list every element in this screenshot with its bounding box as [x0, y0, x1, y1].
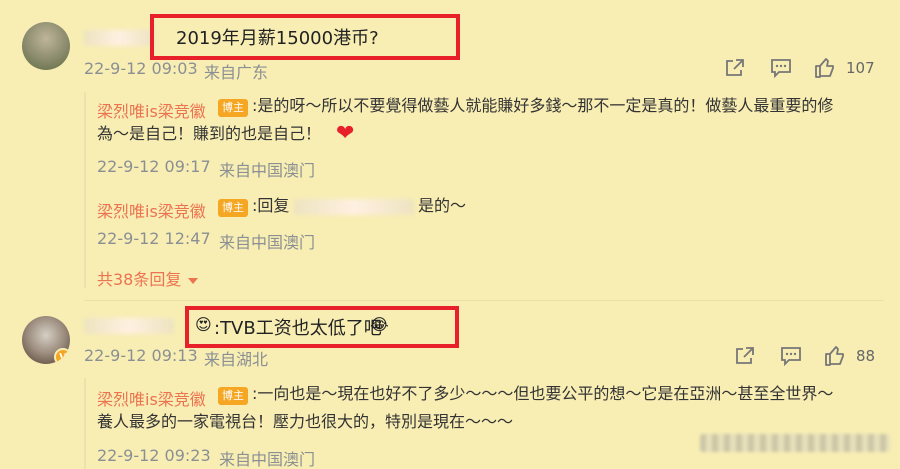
- like-button[interactable]: 107: [814, 57, 875, 79]
- avatar[interactable]: [22, 22, 70, 70]
- comment-source: 来自广东: [204, 63, 269, 82]
- more-replies-label: 共38条回复: [97, 270, 182, 289]
- author-badge: 博主: [218, 199, 248, 217]
- reply-text-line2: 為～是自己！賺到的也是自己！: [97, 124, 322, 143]
- share-icon: [724, 58, 746, 78]
- username-blurred: [84, 318, 174, 334]
- emoji-icon: 😂: [370, 315, 389, 334]
- comment-text: :TVB工资也太低了吧: [214, 318, 382, 339]
- comment-source: 来自湖北: [204, 350, 269, 369]
- reply-thread-line: [84, 92, 86, 288]
- emoji-icon: 😍: [195, 315, 212, 334]
- reply-text-line2: 養人最多的一家電視台！壓力也很大的，特別是現在～～～: [97, 412, 514, 431]
- username-blurred: [84, 30, 154, 46]
- comment-text: 2019年月薪15000港币?: [176, 28, 379, 49]
- mention-blurred: [294, 199, 414, 215]
- share-icon: [734, 346, 756, 366]
- like-button[interactable]: 88: [824, 345, 875, 367]
- comment-icon: [770, 58, 792, 78]
- like-count: 88: [856, 347, 876, 365]
- reply-time: 22-9-12 12:47: [97, 229, 211, 248]
- comment-button[interactable]: [780, 346, 802, 366]
- share-button[interactable]: [734, 346, 756, 366]
- avatar[interactable]: V: [22, 316, 70, 364]
- reply-text-line1: :是的呀～所以不要覺得做藝人就能賺好多錢～那不一定是真的！做藝人最重要的修: [252, 96, 834, 115]
- caret-down-icon: [188, 277, 199, 284]
- reply-username[interactable]: 梁烈唯is梁竞徽: [97, 198, 206, 222]
- reply-source: 来自中国澳门: [219, 161, 316, 180]
- author-badge: 博主: [218, 387, 248, 405]
- author-badge: 博主: [218, 99, 248, 117]
- more-replies-link[interactable]: 共38条回复: [97, 266, 199, 290]
- heart-icon: ❤: [336, 121, 355, 146]
- reply-text-suffix: 是的～: [418, 196, 467, 215]
- share-button[interactable]: [724, 58, 746, 78]
- reply-time: 22-9-12 09:17: [97, 157, 211, 176]
- divider: [84, 300, 884, 301]
- thumbs-up-icon: [824, 345, 846, 367]
- reply-source: 来自中国澳门: [219, 233, 316, 252]
- comment-time: 22-9-12 09:13: [84, 346, 198, 365]
- like-count: 107: [846, 59, 875, 77]
- reply-thread-line: [84, 378, 86, 469]
- reply-username[interactable]: 梁烈唯is梁竞徽: [97, 386, 206, 410]
- reply-text-line1: :一向也是～現在也好不了多少～～～但也要公平的想～它是在亞洲～甚至全世界～: [252, 384, 834, 403]
- comment-time: 22-9-12 09:03: [84, 59, 198, 78]
- reply-source: 来自中国澳门: [219, 450, 316, 469]
- reply-time: 22-9-12 09:23: [97, 446, 211, 465]
- reply-text-prefix: :回复: [252, 196, 290, 215]
- comment-button[interactable]: [770, 58, 792, 78]
- comment-icon: [780, 346, 802, 366]
- watermark: [700, 434, 890, 452]
- reply-username[interactable]: 梁烈唯is梁竞徽: [97, 98, 206, 122]
- thumbs-up-icon: [814, 57, 836, 79]
- verified-icon: V: [54, 348, 70, 364]
